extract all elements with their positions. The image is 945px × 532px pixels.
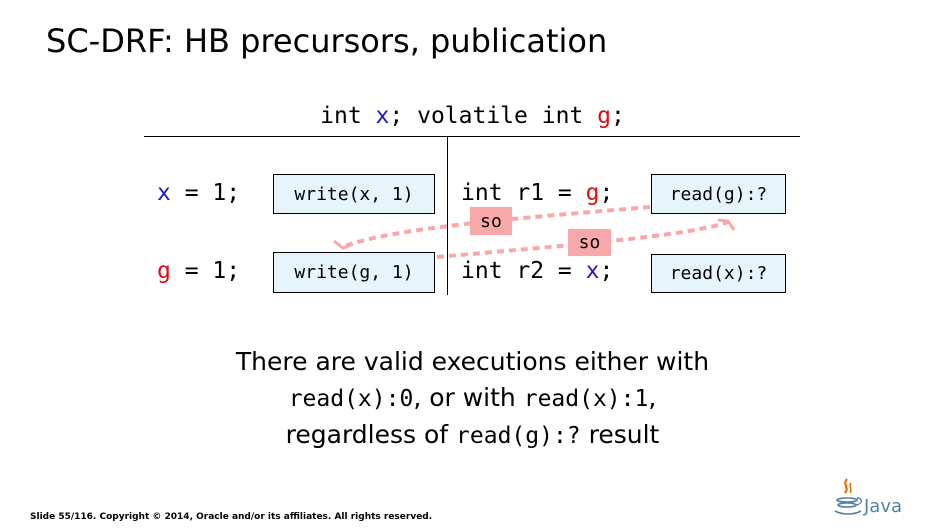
so-arrowhead-1 <box>333 239 354 250</box>
so-arrowhead-2 <box>717 218 736 231</box>
code-read-x-0: read(x):0 <box>288 386 414 412</box>
caption-line-1: There are valid executions either with <box>235 347 710 376</box>
code-read-x-1: read(x):1 <box>523 386 649 412</box>
caption-line-3: regardless of read(g):? result <box>0 417 945 454</box>
caption-line-2: read(x):0, or with read(x):1, <box>0 380 945 417</box>
caption-text: , or with <box>413 383 524 412</box>
caption-text: regardless of <box>285 420 457 449</box>
java-logo-icon: Java <box>834 478 902 517</box>
so-label-2: so <box>568 229 611 256</box>
logo-text: Java <box>863 496 902 517</box>
slide-footer: Slide 55/116. Copyright © 2014, Oracle a… <box>30 512 433 522</box>
code-read-g: read(g):? <box>456 423 581 449</box>
so-label-1: so <box>470 207 512 235</box>
caption-text: , <box>648 383 657 412</box>
slide-caption: There are valid executions either with r… <box>0 344 945 454</box>
caption-text: result <box>580 420 660 449</box>
